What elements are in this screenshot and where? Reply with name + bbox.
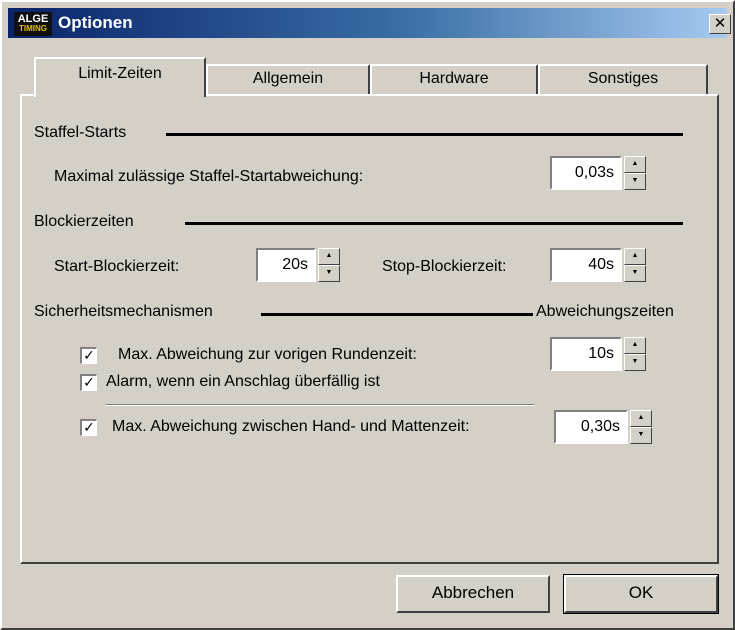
hand-mattenzeit-checkbox[interactable]: ✓ [80,419,97,436]
spin-up-icon[interactable]: ▲ [624,337,646,354]
options-dialog: ALGE TIMING Optionen ✕ Limit-Zeiten Allg… [0,0,735,630]
spin-up-icon[interactable]: ▲ [630,410,652,427]
section-header-sicherheitsmechanismen: Sicherheitsmechanismen [34,303,213,320]
hand-mattenzeit-input[interactable]: 0,30s [554,410,628,444]
close-button[interactable]: ✕ [709,14,731,34]
alarm-anschlag-label: Alarm, wenn ein Anschlag überfällig ist [106,373,380,390]
title-bar[interactable]: ALGE TIMING Optionen ✕ [8,8,731,38]
separator [106,404,534,406]
spin-up-icon[interactable]: ▲ [318,248,340,265]
hand-mattenzeit-spinner[interactable]: 0,30s ▲ ▼ [554,410,652,444]
tab-label: Sonstiges [587,70,659,87]
start-blockierzeit-spinner[interactable]: 20s ▲ ▼ [256,248,340,282]
spin-up-icon[interactable]: ▲ [624,248,646,265]
spin-buttons[interactable]: ▲ ▼ [624,248,646,282]
stop-blockierzeit-label: Stop-Blockierzeit: [382,258,507,275]
section-divider [261,313,533,316]
stop-blockierzeit-input[interactable]: 40s [550,248,622,282]
spin-buttons[interactable]: ▲ ▼ [318,248,340,282]
spin-down-icon[interactable]: ▼ [624,354,646,371]
spin-down-icon[interactable]: ▼ [630,427,652,444]
cancel-button[interactable]: Abbrechen [396,575,550,613]
alarm-anschlag-checkbox[interactable]: ✓ [80,374,97,391]
tab-hardware[interactable]: Hardware [370,64,538,96]
spin-buttons[interactable]: ▲ ▼ [630,410,652,444]
spin-down-icon[interactable]: ▼ [624,173,646,190]
tab-label: Hardware [419,70,489,87]
vorige-rundenzeit-input[interactable]: 10s [550,337,622,371]
alge-logo-icon: ALGE TIMING [14,12,52,36]
section-header-blockierzeiten: Blockierzeiten [34,213,134,230]
stop-blockierzeit-spinner[interactable]: 40s ▲ ▼ [550,248,646,282]
spin-buttons[interactable]: ▲ ▼ [624,156,646,190]
ok-button[interactable]: OK [563,574,719,614]
section-divider [166,133,683,136]
section-header-staffel-starts: Staffel-Starts [34,124,127,141]
window-title: Optionen [58,13,133,32]
tab-sonstiges[interactable]: Sonstiges [538,64,708,96]
tab-limit-zeiten[interactable]: Limit-Zeiten [34,57,206,99]
check-icon: ✓ [83,419,95,435]
logo-text-timing: TIMING [19,24,47,33]
vorige-rundenzeit-spinner[interactable]: 10s ▲ ▼ [550,337,646,371]
start-blockierzeit-input[interactable]: 20s [256,248,316,282]
check-icon: ✓ [83,374,95,390]
vorige-rundenzeit-checkbox[interactable]: ✓ [80,347,97,364]
start-blockierzeit-label: Start-Blockierzeit: [54,258,180,275]
vorige-rundenzeit-label: Max. Abweichung zur vorigen Rundenzeit: [118,346,417,363]
check-icon: ✓ [83,347,95,363]
spin-down-icon[interactable]: ▼ [624,265,646,282]
abweichungszeiten-header: Abweichungszeiten [536,303,674,320]
close-icon: ✕ [713,15,727,32]
spin-buttons[interactable]: ▲ ▼ [624,337,646,371]
tab-label: Limit-Zeiten [78,65,162,82]
hand-mattenzeit-label: Max. Abweichung zwischen Hand- und Matte… [112,418,470,435]
spin-down-icon[interactable]: ▼ [318,265,340,282]
staffel-startabweichung-label: Maximal zulässige Staffel-Startabweichun… [54,168,364,185]
spin-up-icon[interactable]: ▲ [624,156,646,173]
staffel-startabweichung-input[interactable]: 0,03s [550,156,622,190]
staffel-startabweichung-spinner[interactable]: 0,03s ▲ ▼ [550,156,646,190]
tab-allgemein[interactable]: Allgemein [206,64,370,96]
tab-label: Allgemein [252,70,324,87]
section-divider [185,222,683,225]
